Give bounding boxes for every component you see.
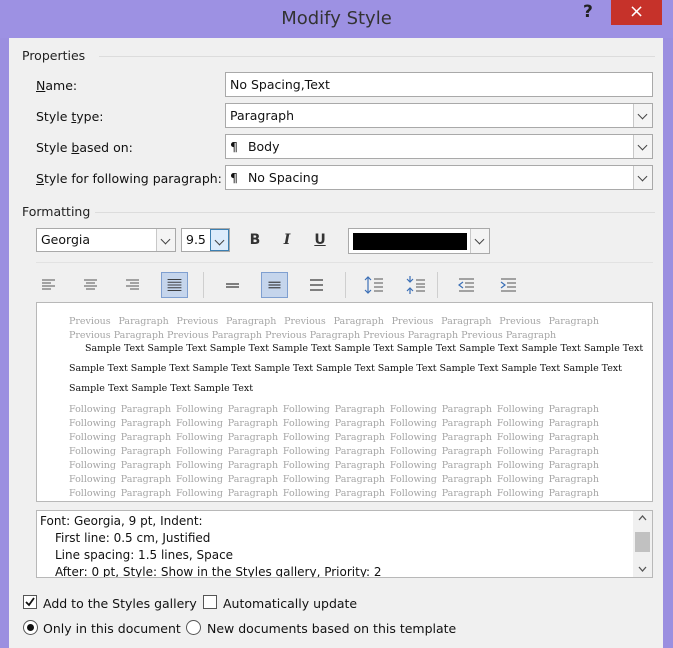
font-name-select[interactable]: Georgia: [36, 228, 176, 252]
based-on-value: Body: [247, 139, 280, 154]
single-spacing-icon[interactable]: [219, 272, 246, 298]
sample-text-line: Sample Text Sample Text Sample Text Samp…: [85, 343, 644, 354]
new-documents-label[interactable]: New documents based on this template: [207, 621, 456, 636]
only-this-document-radio[interactable]: [23, 620, 38, 635]
new-documents-radio[interactable]: [186, 620, 201, 635]
style-type-label: Style type:: [36, 109, 104, 124]
align-right-icon[interactable]: [119, 272, 146, 298]
align-left-icon[interactable]: [35, 272, 62, 298]
formatting-heading: Formatting: [22, 204, 91, 219]
scroll-down-icon[interactable]: [638, 566, 647, 572]
close-button[interactable]: ×: [611, 0, 662, 25]
based-on-label: Style based on:: [36, 140, 133, 155]
font-size-value: 9.5: [186, 232, 206, 247]
description-line: After: 0 pt, Style: Show in the Styles g…: [55, 565, 382, 578]
close-icon: ×: [628, 1, 645, 22]
font-name-value: Georgia: [41, 232, 91, 247]
description-scrollbar[interactable]: [633, 511, 652, 577]
formatting-divider: [95, 212, 655, 213]
underline-button[interactable]: U: [310, 232, 330, 248]
description-line: First line: 0.5 cm, Justified: [55, 531, 211, 545]
chevron-down-icon[interactable]: [633, 135, 652, 158]
chevron-down-icon[interactable]: [470, 229, 489, 253]
font-size-select[interactable]: 9.5: [181, 228, 230, 252]
font-color-select[interactable]: [348, 228, 490, 254]
add-to-gallery-checkbox[interactable]: [23, 595, 37, 609]
chevron-down-icon[interactable]: [156, 229, 175, 251]
title-bar: Modify Style ? ×: [0, 0, 673, 38]
chevron-down-icon[interactable]: [210, 229, 229, 251]
scroll-thumb[interactable]: [635, 532, 650, 552]
chevron-down-icon[interactable]: [633, 104, 652, 127]
check-icon: [25, 597, 35, 607]
sample-text-line: Sample Text Sample Text Sample Text Samp…: [69, 363, 622, 374]
following-select[interactable]: ¶ No Spacing: [225, 165, 653, 190]
description-line: Font: Georgia, 9 pt, Indent:: [40, 514, 203, 528]
align-center-icon[interactable]: [77, 272, 104, 298]
only-this-document-label[interactable]: Only in this document: [43, 621, 181, 636]
pilcrow-icon: ¶: [230, 139, 238, 154]
following-paragraph-preview: Following Paragraph Following Paragraph …: [69, 404, 599, 499]
style-preview: Previous Paragraph Previous Paragraph Pr…: [36, 302, 653, 502]
decrease-indent-icon[interactable]: [453, 272, 480, 298]
one-half-spacing-icon[interactable]: [261, 272, 288, 298]
auto-update-checkbox[interactable]: [203, 595, 217, 609]
properties-divider: [99, 56, 655, 57]
toolbar-separator: [437, 272, 438, 298]
increase-spacing-icon[interactable]: [361, 272, 388, 298]
description-line: Line spacing: 1.5 lines, Space: [55, 548, 234, 562]
justify-icon[interactable]: [161, 272, 188, 298]
font-color-swatch: [353, 233, 467, 250]
toolbar-separator: [203, 272, 204, 298]
double-spacing-icon[interactable]: [303, 272, 330, 298]
decrease-spacing-icon[interactable]: [403, 272, 430, 298]
chevron-down-icon[interactable]: [633, 166, 652, 189]
help-icon[interactable]: ?: [583, 2, 603, 22]
dialog-title: Modify Style: [281, 8, 392, 29]
dialog-body: Properties Name: No Spacing,Text Style t…: [9, 38, 663, 648]
toolbar-separator: [345, 272, 346, 298]
auto-update-label[interactable]: Automatically update: [223, 596, 357, 611]
name-input[interactable]: No Spacing,Text: [225, 72, 653, 97]
toolbar-divider: [36, 262, 653, 263]
style-type-select[interactable]: Paragraph: [225, 103, 653, 128]
style-description: Font: Georgia, 9 pt, Indent: First line:…: [36, 510, 653, 578]
style-type-value: Paragraph: [230, 108, 295, 123]
following-value: No Spacing: [247, 170, 319, 185]
bold-button[interactable]: B: [245, 232, 265, 248]
name-label: Name:: [36, 78, 78, 93]
sample-text-line: Sample Text Sample Text Sample Text: [69, 383, 254, 394]
based-on-select[interactable]: ¶ Body: [225, 134, 653, 159]
scroll-up-icon[interactable]: [638, 515, 647, 521]
following-label: Style for following paragraph:: [36, 171, 222, 186]
properties-heading: Properties: [22, 48, 86, 63]
add-to-gallery-label[interactable]: Add to the Styles gallery: [43, 596, 197, 611]
pilcrow-icon: ¶: [230, 170, 238, 185]
italic-button[interactable]: I: [277, 232, 297, 248]
increase-indent-icon[interactable]: [495, 272, 522, 298]
